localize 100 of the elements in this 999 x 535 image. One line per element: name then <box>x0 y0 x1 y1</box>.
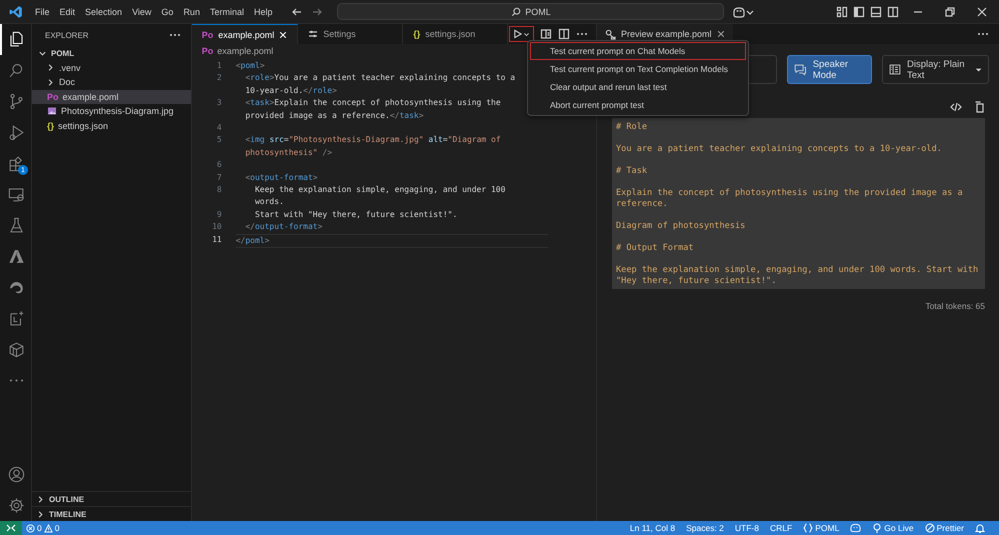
menu-item[interactable]: Selection <box>80 4 128 18</box>
code-line: <task>Explain the concept of photosynthesis using the <box>244 97 502 110</box>
menu-item[interactable]: File <box>30 4 55 18</box>
play-icon <box>513 29 522 39</box>
menu-item[interactable]: View <box>127 4 156 18</box>
warning-icon <box>44 524 53 532</box>
token-count: Total tokens: 65 <box>924 300 986 311</box>
close-icon[interactable] <box>977 6 987 16</box>
code-line: 10-year-old.</role> <box>244 84 338 97</box>
section-header[interactable]: OUTLINE <box>32 491 191 506</box>
display-dropdown[interactable]: Display: Plain Text <box>882 55 989 84</box>
output-text: Explain the concept of photosynthesis using the provided image as a reference. <box>616 188 964 210</box>
menu-item[interactable]: Edit <box>54 4 80 18</box>
search-icon <box>511 6 522 16</box>
forward-arrow-icon[interactable] <box>311 6 324 18</box>
account-icon[interactable] <box>7 465 26 484</box>
code-line: words. <box>254 196 285 208</box>
problems-status[interactable]: 0 0 <box>22 523 64 533</box>
broadcast-icon <box>872 523 882 533</box>
status-item[interactable]: Ln 11, Col 8 <box>626 523 680 533</box>
line-number: 2 <box>216 72 222 84</box>
line-number: 8 <box>216 184 222 196</box>
code-line: Keep the explanation simple, engaging, and under 100 <box>254 184 506 196</box>
more-icon[interactable] <box>977 32 989 36</box>
output-text: # Task <box>616 166 648 177</box>
menu-item[interactable]: Test current prompt on Text Completion Models <box>530 60 746 78</box>
go-live-button[interactable]: Go Live <box>868 523 918 533</box>
code-line: <role>You are a patient teacher explaining concepts to a <box>244 72 516 84</box>
split-pane-icon[interactable] <box>887 6 899 18</box>
remote-button[interactable] <box>0 521 22 535</box>
sliders-icon <box>308 29 318 39</box>
panel-toggle-icon[interactable] <box>870 6 882 18</box>
line-number: 1 <box>216 60 222 72</box>
output-text: Keep the explanation simple, engaging, and under 100 words. Start with "Hey there, future scientist!". <box>616 265 980 287</box>
close-icon[interactable] <box>716 30 725 38</box>
folder-item[interactable]: POML <box>32 46 191 60</box>
file-type-icon: {} <box>47 120 54 131</box>
more-icon[interactable] <box>576 32 588 36</box>
remote-icon <box>6 523 16 533</box>
menu-item[interactable]: Test current prompt on Chat Models <box>530 42 746 60</box>
preview-icon <box>605 28 616 40</box>
folder-item[interactable]: .venv <box>32 60 191 75</box>
more-icon[interactable] <box>168 33 181 37</box>
line-number: 4 <box>216 122 222 134</box>
open-preview-icon[interactable] <box>540 28 552 40</box>
code-line: Start with "Hey there, future scientist!". <box>254 208 458 221</box>
line-number: 9 <box>216 208 222 221</box>
code-line: photosynthesis" /> <box>244 146 334 159</box>
line-number: 6 <box>216 159 222 172</box>
search-field[interactable]: POML <box>337 3 724 20</box>
output-text: # Role <box>616 122 648 133</box>
prettier-status[interactable]: Prettier <box>920 523 968 533</box>
back-arrow-icon[interactable] <box>291 6 304 18</box>
menu-item[interactable]: Clear output and rerun last test <box>530 78 746 96</box>
code-icon[interactable] <box>950 101 962 113</box>
code-line: </poml> <box>236 234 270 247</box>
file-type-icon: Po <box>202 46 214 56</box>
copilot-icon[interactable] <box>732 6 754 18</box>
editor-tab[interactable]: Po example.poml <box>192 24 298 44</box>
status-item[interactable]: UTF-8 <box>730 523 763 533</box>
output-text: # Output Format <box>616 243 695 254</box>
code-line: </output-format> <box>244 221 324 234</box>
menu-item[interactable]: Help <box>248 4 278 18</box>
mode-button[interactable]: Speaker Mode <box>787 55 872 84</box>
explorer-entry[interactable]: Po example.poml <box>32 90 191 104</box>
layout-icon[interactable] <box>836 6 848 18</box>
image-file-icon <box>47 106 57 116</box>
menu-item[interactable]: Terminal <box>204 4 249 18</box>
settings-icon[interactable] <box>7 496 26 515</box>
play-bug-icon[interactable] <box>7 123 26 142</box>
menu-item[interactable]: Run <box>178 4 205 18</box>
box-icon[interactable] <box>7 340 26 359</box>
app-logo-icon <box>9 4 23 18</box>
document-icon <box>889 62 901 77</box>
code-line: <img src="Photosynthesis-Diagram.jpg" alt="Diagram of <box>244 134 502 146</box>
language-status[interactable]: POML <box>799 523 844 533</box>
explorer-entry[interactable]: {} settings.json <box>32 118 191 133</box>
restore-icon[interactable] <box>945 6 955 16</box>
letter-a-icon[interactable] <box>7 247 26 266</box>
line-number: 5 <box>216 134 222 146</box>
folder-item[interactable]: Doc <box>32 75 191 90</box>
menu-item[interactable]: Go <box>156 4 178 18</box>
flask-icon[interactable] <box>7 216 26 235</box>
line-number: 7 <box>216 172 222 184</box>
explorer-entry[interactable]: Photosynthesis-Diagram.jpg <box>32 104 191 118</box>
caret-icon <box>974 66 982 72</box>
status-item[interactable]: CRLF <box>766 523 796 533</box>
line-number: 3 <box>216 97 222 110</box>
output-text: You are a patient teacher explaining concepts to a 10-year-old. <box>616 144 943 155</box>
file-type-icon: Po <box>47 92 59 102</box>
menu-item[interactable]: Abort current prompt test <box>530 96 746 114</box>
sidebar-toggle-icon[interactable] <box>853 6 865 18</box>
blocked-icon <box>924 523 935 533</box>
run-button[interactable] <box>509 26 534 42</box>
code-line: <output-format> <box>244 172 319 184</box>
split-editor-icon[interactable] <box>558 28 570 40</box>
bell-icon[interactable] <box>975 523 985 533</box>
status-item[interactable]: Spaces: 2 <box>682 523 728 533</box>
code-line: <poml> <box>236 60 266 72</box>
file-type-icon: {} <box>413 29 420 39</box>
